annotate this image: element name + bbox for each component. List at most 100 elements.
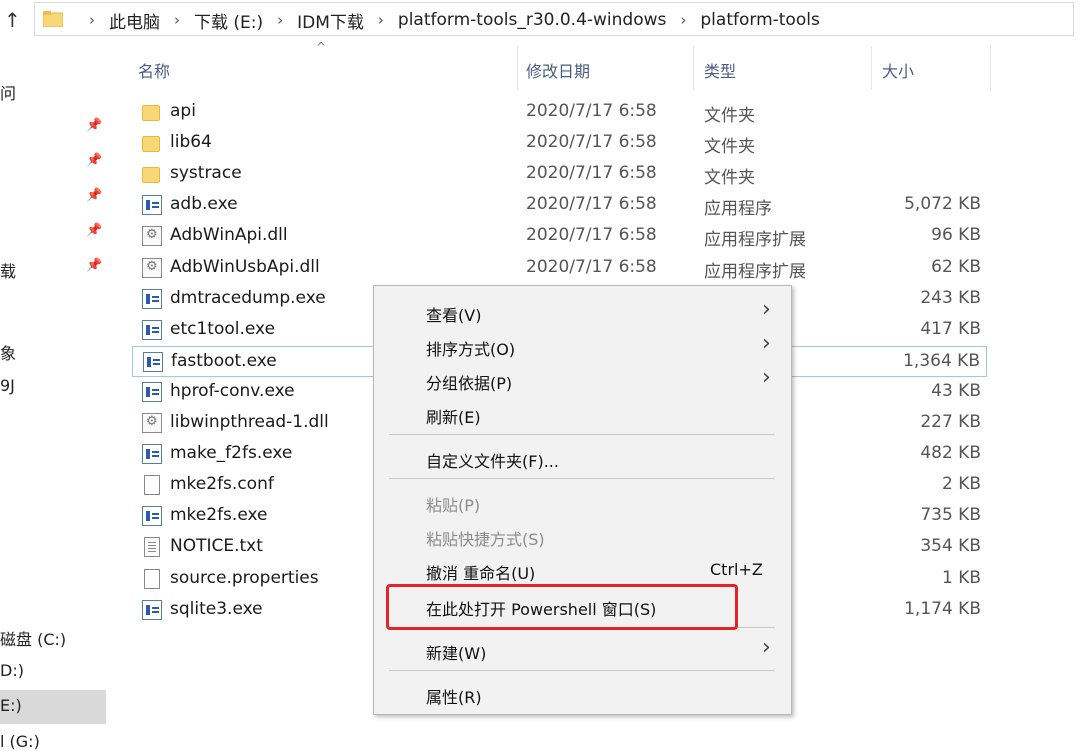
menu-item-label: 排序方式(O) xyxy=(426,340,516,359)
file-size: 482 KB xyxy=(920,443,981,464)
column-header-name[interactable]: 名称 xyxy=(132,46,517,90)
file-size: 417 KB xyxy=(920,318,981,339)
file-name: systrace xyxy=(170,163,242,184)
file-type: 应用程序扩展 xyxy=(704,230,806,251)
file-row[interactable]: systrace 2020/7/17 6:58 文件夹 xyxy=(132,159,987,190)
file-date: 2020/7/17 6:58 xyxy=(526,256,657,277)
menu-separator xyxy=(389,670,775,671)
pin-icon[interactable]: 📌 xyxy=(86,223,102,239)
file-type: 文件夹 xyxy=(704,168,755,189)
nav-fragment[interactable]: 载 xyxy=(0,258,16,282)
menu-separator xyxy=(389,478,775,479)
menu-item-view[interactable]: 查看(V) › xyxy=(374,294,791,328)
column-divider[interactable] xyxy=(990,46,991,90)
file-name: adb.exe xyxy=(170,194,238,215)
menu-item-label: 分组依据(P) xyxy=(426,374,513,393)
menu-item-paste-shortcut: 粘贴快捷方式(S) xyxy=(374,518,791,552)
file-type: 应用程序 xyxy=(704,199,772,220)
pin-icon[interactable]: 📌 xyxy=(86,118,102,134)
file-name: fastboot.exe xyxy=(171,350,277,371)
file-size: 43 KB xyxy=(931,380,981,401)
file-name: libwinpthread-1.dll xyxy=(170,412,329,432)
file-name: AdbWinApi.dll xyxy=(170,225,288,246)
pin-icon[interactable]: 📌 xyxy=(86,153,102,169)
file-type: 文件夹 xyxy=(704,106,755,126)
dll-file-icon xyxy=(142,413,162,433)
folder-icon xyxy=(142,105,160,121)
crumb-this-pc[interactable]: 此电脑 xyxy=(109,8,160,33)
file-name: sqlite3.exe xyxy=(170,598,263,619)
chevron-right-icon: › xyxy=(762,331,771,356)
nav-fragment[interactable]: 象 xyxy=(0,340,16,364)
menu-item-new[interactable]: 新建(W) › xyxy=(374,632,791,666)
file-size: 227 KB xyxy=(920,412,981,432)
chevron-right-icon[interactable]: › xyxy=(89,11,95,29)
breadcrumb: › 此电脑 › 下载 (E:) › IDM下载 › platform-tools… xyxy=(75,3,820,37)
nav-drive-e[interactable]: E:) xyxy=(0,696,22,715)
file-icon xyxy=(144,568,160,589)
address-bar[interactable]: › 此电脑 › 下载 (E:) › IDM下载 › platform-tools… xyxy=(34,2,1074,36)
application-icon xyxy=(142,599,162,620)
folder-icon xyxy=(142,136,160,153)
application-icon xyxy=(142,444,162,465)
application-icon xyxy=(142,506,162,527)
nav-fragment[interactable]: 问 xyxy=(0,80,16,104)
menu-item-undo-rename[interactable]: 撤消 重命名(U) Ctrl+Z xyxy=(374,552,791,586)
chevron-right-icon: › xyxy=(762,297,771,322)
menu-item-group-by[interactable]: 分组依据(P) › xyxy=(374,362,791,396)
file-name: NOTICE.txt xyxy=(170,536,263,557)
file-name: source.properties xyxy=(170,567,319,588)
navigation-pane: 问 📌 📌 📌 📌 载 📌 象 9J 磁盘 (C:) D:) E:) l (G:… xyxy=(0,40,112,751)
address-row: ↑ › 此电脑 › 下载 (E:) › IDM下载 › platform-too… xyxy=(0,0,1080,40)
nav-drive-g[interactable]: l (G:) xyxy=(0,732,40,751)
menu-item-label: 新建(W) xyxy=(426,644,487,663)
crumb-drive-e[interactable]: 下载 (E:) xyxy=(194,8,263,33)
file-row[interactable]: AdbWinUsbApi.dll 2020/7/17 6:58 应用程序扩展 62 K… xyxy=(132,253,987,284)
file-name: hprof-conv.exe xyxy=(170,380,295,401)
file-name: mke2fs.exe xyxy=(170,505,268,526)
chevron-right-icon[interactable]: › xyxy=(277,11,283,29)
crumb-platform-tools[interactable]: platform-tools xyxy=(700,10,819,30)
file-size: 2 KB xyxy=(941,474,981,495)
file-name: dmtracedump.exe xyxy=(170,287,326,308)
up-arrow-icon[interactable]: ↑ xyxy=(4,8,21,32)
chevron-right-icon[interactable]: › xyxy=(680,11,686,29)
menu-item-paste: 粘贴(P) xyxy=(374,484,791,518)
menu-item-label: 属性(R) xyxy=(426,688,482,707)
column-name-label: 名称 xyxy=(138,62,171,81)
application-icon xyxy=(142,288,162,309)
file-name: make_f2fs.exe xyxy=(170,443,293,464)
pin-icon[interactable]: 📌 xyxy=(86,188,102,204)
chevron-right-icon[interactable]: › xyxy=(174,11,180,29)
nav-drive-c[interactable]: 磁盘 (C:) xyxy=(0,626,66,650)
crumb-idm[interactable]: IDM下载 xyxy=(297,8,364,33)
file-date: 2020/7/17 6:58 xyxy=(526,194,657,215)
file-row[interactable]: adb.exe 2020/7/17 6:58 应用程序 5,072 KB xyxy=(132,190,987,221)
column-header-size[interactable]: 大小 xyxy=(872,46,990,90)
file-row[interactable]: AdbWinApi.dll 2020/7/17 6:58 应用程序扩展 96 KB xyxy=(132,221,987,252)
application-icon xyxy=(142,195,162,216)
file-icon xyxy=(144,475,160,496)
menu-item-sort-by[interactable]: 排序方式(O) › xyxy=(374,328,791,362)
nav-fragment[interactable]: 9J xyxy=(0,376,15,395)
file-size: 1 KB xyxy=(941,567,981,588)
file-size: 5,072 KB xyxy=(904,194,981,215)
menu-item-properties[interactable]: 属性(R) xyxy=(374,676,791,710)
file-date: 2020/7/17 6:58 xyxy=(526,101,657,121)
column-header-date[interactable]: 修改日期 xyxy=(518,46,693,90)
chevron-right-icon[interactable]: › xyxy=(378,11,384,29)
pin-icon[interactable]: 📌 xyxy=(86,258,102,274)
menu-item-refresh[interactable]: 刷新(E) xyxy=(374,396,791,430)
nav-drive-d[interactable]: D:) xyxy=(0,661,24,680)
menu-item-customize-folder[interactable]: 自定义文件夹(F)... xyxy=(374,440,791,474)
chevron-right-icon: › xyxy=(762,365,771,390)
column-type-label: 类型 xyxy=(704,62,737,81)
crumb-platform-tools-release[interactable]: platform-tools_r30.0.4-windows xyxy=(398,10,666,30)
column-header-type[interactable]: 类型 xyxy=(694,46,871,90)
file-size: 1,174 KB xyxy=(904,598,981,619)
column-size-label: 大小 xyxy=(882,62,915,81)
file-row[interactable]: lib64 2020/7/17 6:58 文件夹 xyxy=(132,128,987,159)
file-row[interactable]: api 2020/7/17 6:58 文件夹 xyxy=(132,97,987,128)
menu-item-label: 粘贴快捷方式(S) xyxy=(426,530,545,549)
menu-separator xyxy=(389,434,775,435)
